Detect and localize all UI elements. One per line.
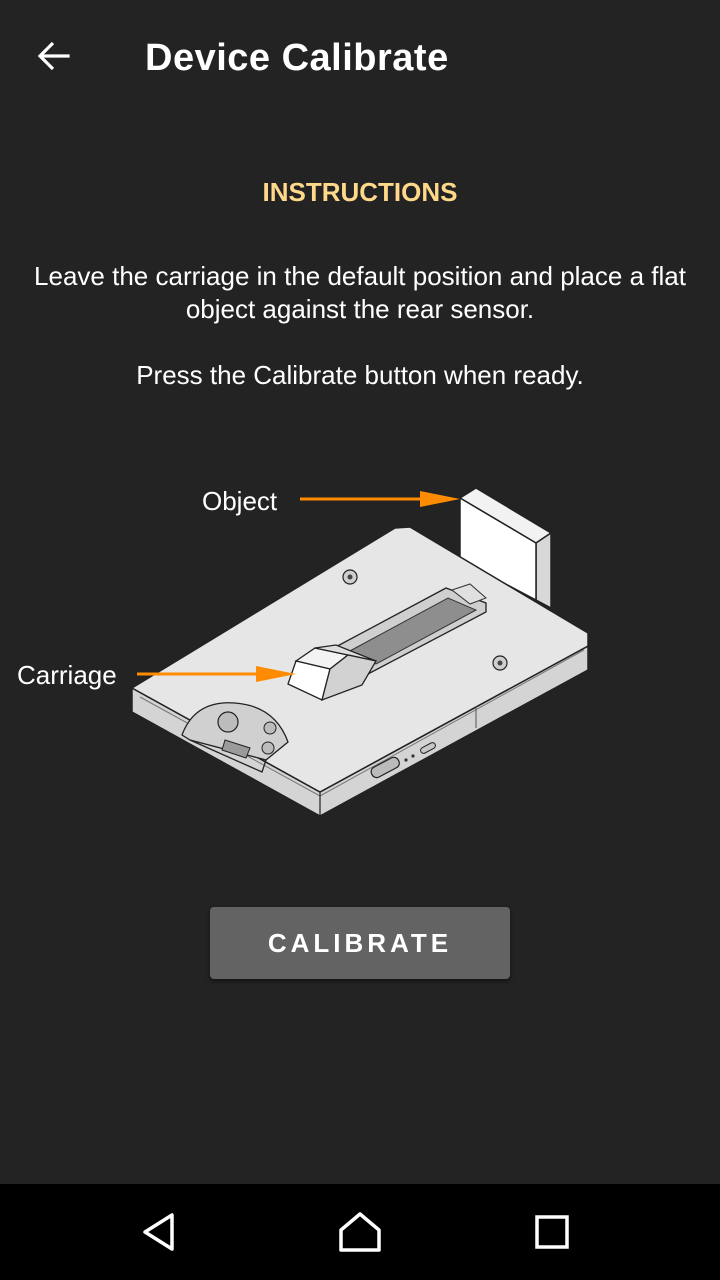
nav-recents-button[interactable] <box>522 1202 582 1262</box>
triangle-back-icon <box>143 1213 174 1251</box>
home-icon <box>339 1212 381 1252</box>
square-recents-icon <box>535 1215 569 1249</box>
arrow-left-icon <box>37 41 70 71</box>
back-button[interactable] <box>24 26 84 86</box>
instructions-paragraph-1: Leave the carriage in the default positi… <box>34 261 686 324</box>
carriage-label: Carriage <box>17 660 117 690</box>
device-calibrate-screen: Device Calibrate INSTRUCTIONS Leave the … <box>0 0 720 1280</box>
instructions-heading: INSTRUCTIONS <box>262 177 458 207</box>
nav-home-button[interactable] <box>330 1202 390 1262</box>
app-bar: Device Calibrate <box>0 0 720 112</box>
instructions-paragraph-2: Press the Calibrate button when ready. <box>136 360 584 390</box>
object-label: Object <box>202 486 278 516</box>
device-illustration <box>130 487 589 817</box>
nav-back-button[interactable] <box>130 1202 190 1262</box>
object-arrow <box>300 491 460 507</box>
page-title: Device Calibrate <box>145 37 449 79</box>
calibrate-button[interactable]: CALIBRATE <box>210 907 510 979</box>
system-navigation-bar <box>0 1184 720 1280</box>
